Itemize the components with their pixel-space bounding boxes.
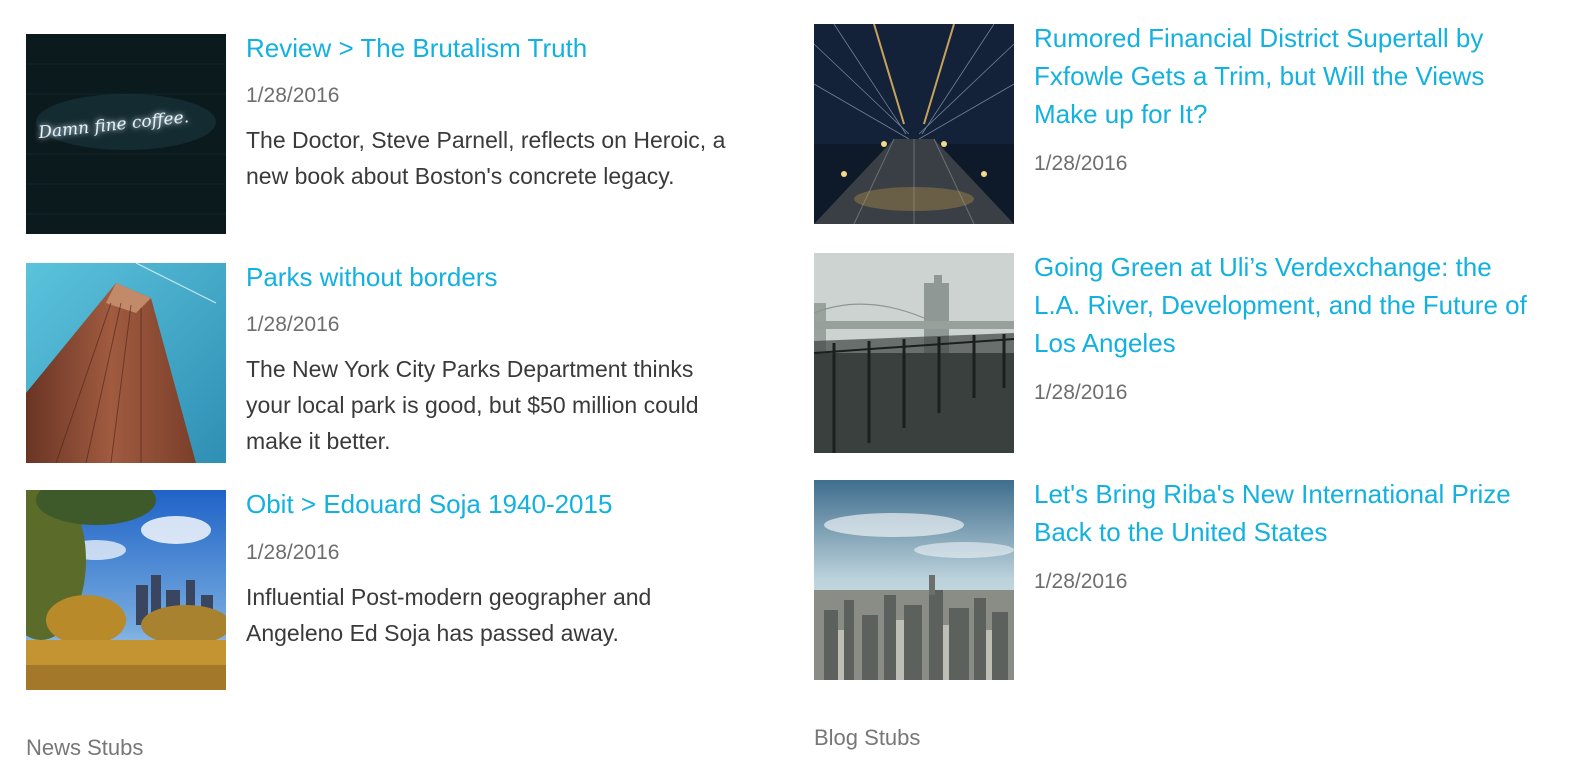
- blog-item-title-link[interactable]: Going Green at Uli’s Verdexchange: the L…: [1034, 248, 1534, 362]
- news-item-title-link[interactable]: Parks without borders: [246, 258, 726, 296]
- news-thumbnail-skyscraper[interactable]: [26, 263, 226, 463]
- news-item-date: 1/28/2016: [246, 541, 340, 564]
- news-item-date: 1/28/2016: [246, 313, 340, 336]
- blog-item-title-link[interactable]: Let's Bring Riba's New International Pri…: [1034, 475, 1534, 551]
- blog-item-date: 1/28/2016: [1034, 570, 1128, 593]
- news-thumbnail-autumn-park[interactable]: [26, 490, 226, 690]
- news-thumbnail-neon-sign[interactable]: Damn fine coffee.: [26, 34, 226, 234]
- news-item-date: 1/28/2016: [246, 84, 340, 107]
- news-item-title-link[interactable]: Review > The Brutalism Truth: [246, 29, 726, 67]
- blog-stubs-label: Blog Stubs: [814, 725, 921, 750]
- blog-thumbnail-city-aerial[interactable]: [814, 480, 1014, 680]
- blog-item-title-link[interactable]: Rumored Financial District Supertall by …: [1034, 19, 1534, 133]
- blog-item-date: 1/28/2016: [1034, 152, 1128, 175]
- news-item-description: Influential Post-modern geographer and A…: [246, 584, 652, 646]
- news-item-title-link[interactable]: Obit > Edouard Soja 1940-2015: [246, 485, 726, 523]
- blog-thumbnail-foggy-waterfront[interactable]: [814, 253, 1014, 453]
- blog-thumbnail-bridge-night[interactable]: [814, 24, 1014, 224]
- blog-item-date: 1/28/2016: [1034, 381, 1128, 404]
- news-stubs-label: News Stubs: [26, 735, 144, 760]
- news-item-description: The Doctor, Steve Parnell, reflects on H…: [246, 127, 726, 189]
- news-item-description: The New York City Parks Department think…: [246, 356, 699, 454]
